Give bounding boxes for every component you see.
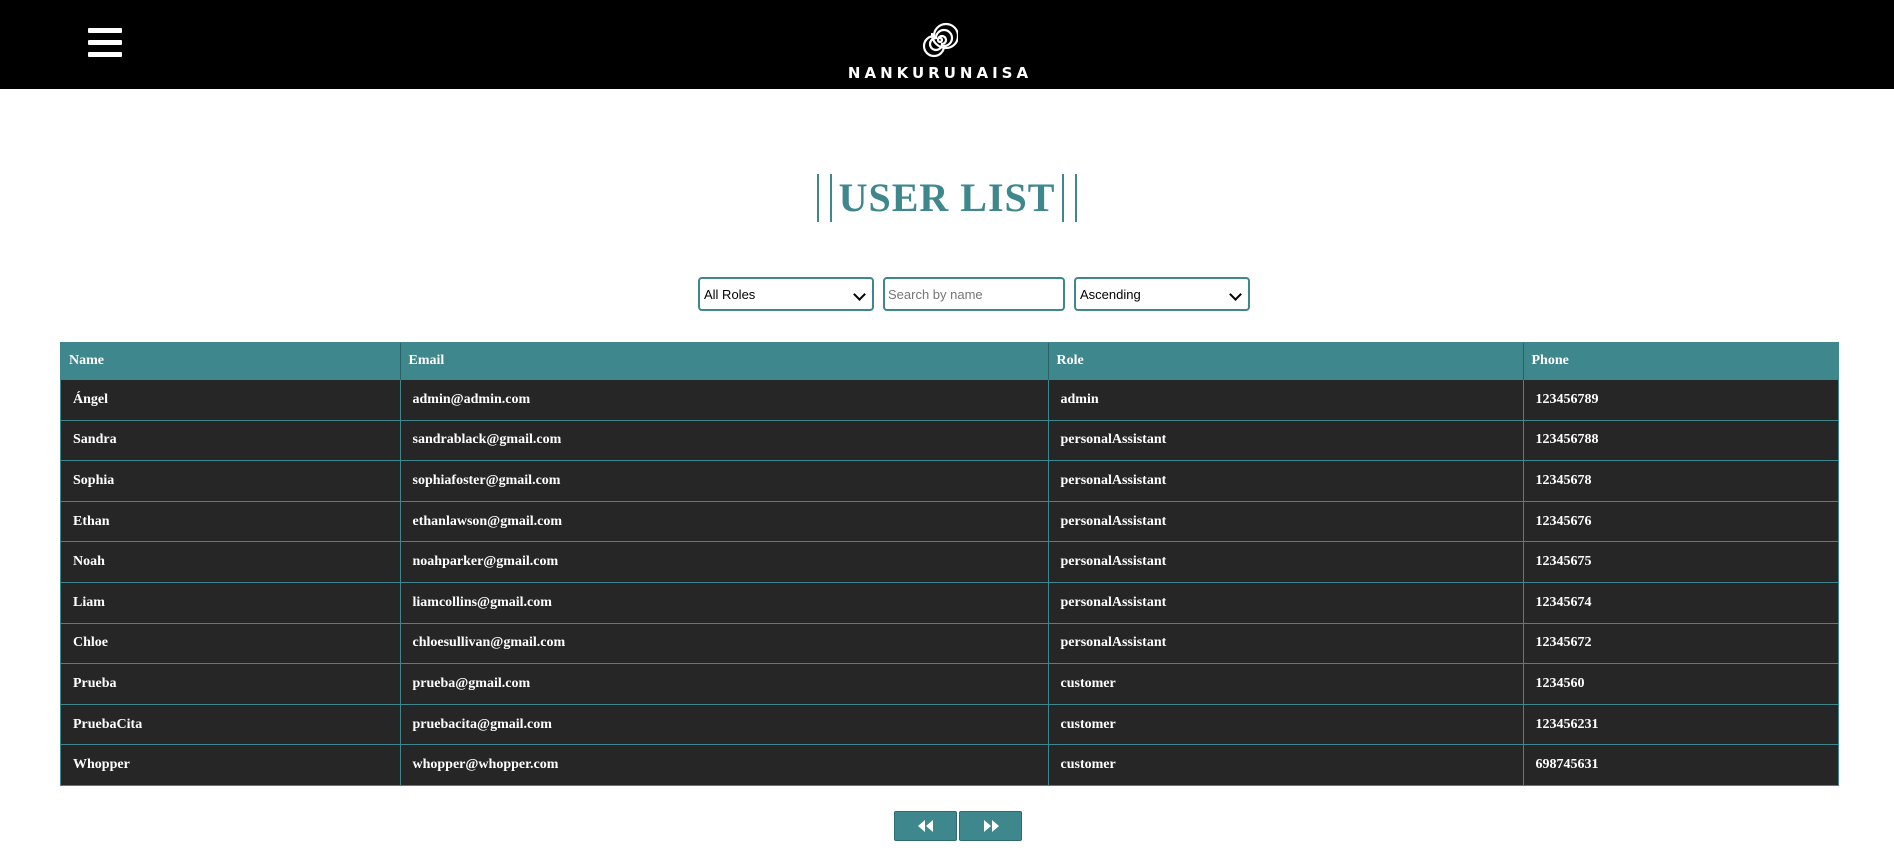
cell-name: Liam <box>61 581 401 624</box>
cell-role: personalAssistant <box>1048 460 1524 502</box>
chevron-down-icon <box>853 288 866 301</box>
cell-name: Ángel <box>61 379 401 421</box>
cell-role: personalAssistant <box>1048 541 1524 583</box>
top-navbar: NANKURUNAISA <box>0 0 1894 89</box>
cell-email: liamcollins@gmail.com <box>400 581 1049 624</box>
brand-name: NANKURUNAISA <box>847 64 1033 82</box>
cell-name: Sandra <box>61 419 401 461</box>
next-page-button[interactable] <box>959 811 1022 841</box>
cell-phone: 12345676 <box>1523 500 1838 542</box>
pagination <box>894 811 1024 841</box>
cell-phone: 1234560 <box>1523 663 1838 705</box>
cell-email: sophiafoster@gmail.com <box>400 460 1049 502</box>
spiral-logo-icon <box>922 22 958 58</box>
cell-phone: 12345674 <box>1523 581 1838 624</box>
cell-name: PruebaCita <box>61 703 401 745</box>
cell-role: personalAssistant <box>1048 419 1524 461</box>
cell-role: customer <box>1048 744 1524 785</box>
cell-name: Chloe <box>61 622 401 664</box>
sort-order-value: Ascending <box>1080 287 1141 302</box>
cell-name: Whopper <box>61 744 401 785</box>
cell-email: whopper@whopper.com <box>400 744 1049 785</box>
table-row[interactable]: Liam liamcollins@gmail.com personalAssis… <box>61 581 1838 624</box>
column-header-name[interactable]: Name <box>61 343 401 380</box>
search-placeholder: Search by name <box>888 287 983 302</box>
cell-email: noahparker@gmail.com <box>400 541 1049 583</box>
cell-role: personalAssistant <box>1048 500 1524 542</box>
cell-email: sandrablack@gmail.com <box>400 419 1049 461</box>
cell-phone: 123456231 <box>1523 703 1838 745</box>
user-table-container: Name Email Role Phone Ángel admin@admin.… <box>60 342 1839 786</box>
column-header-email[interactable]: Email <box>400 343 1049 380</box>
previous-page-button[interactable] <box>894 811 957 841</box>
column-header-role[interactable]: Role <box>1048 343 1524 380</box>
chevron-down-icon <box>1229 288 1242 301</box>
cell-email: admin@admin.com <box>400 379 1049 421</box>
double-chevron-right-icon <box>984 820 999 832</box>
table-row[interactable]: Ethan ethanlawson@gmail.com personalAssi… <box>61 500 1838 542</box>
table-row[interactable]: Prueba prueba@gmail.com customer 1234560 <box>61 663 1838 705</box>
cell-role: customer <box>1048 703 1524 745</box>
cell-email: ethanlawson@gmail.com <box>400 500 1049 542</box>
search-input[interactable]: Search by name <box>883 277 1065 311</box>
brand[interactable]: NANKURUNAISA <box>800 22 1080 82</box>
cell-email: chloesullivan@gmail.com <box>400 622 1049 664</box>
hamburger-menu-icon[interactable] <box>88 26 122 58</box>
user-table: Name Email Role Phone Ángel admin@admin.… <box>61 343 1838 785</box>
cell-phone: 12345678 <box>1523 460 1838 502</box>
double-chevron-left-icon <box>918 820 933 832</box>
cell-phone: 123456788 <box>1523 419 1838 461</box>
cell-name: Sophia <box>61 460 401 502</box>
sort-order-select[interactable]: Ascending <box>1074 277 1250 311</box>
cell-phone: 12345672 <box>1523 622 1838 664</box>
role-filter-select[interactable]: All Roles <box>698 277 874 311</box>
table-row[interactable]: Noah noahparker@gmail.com personalAssist… <box>61 541 1838 583</box>
filter-controls: All Roles Search by name Ascending <box>698 277 1258 313</box>
table-header-row: Name Email Role Phone <box>61 343 1838 380</box>
cell-name: Prueba <box>61 663 401 705</box>
table-row[interactable]: Whopper whopper@whopper.com customer 698… <box>61 744 1838 785</box>
cell-phone: 123456789 <box>1523 379 1838 421</box>
page-title: USER LIST <box>816 170 1078 226</box>
table-row[interactable]: Sandra sandrablack@gmail.com personalAss… <box>61 419 1838 461</box>
cell-name: Noah <box>61 541 401 583</box>
page-title-container: USER LIST <box>0 170 1894 230</box>
cell-name: Ethan <box>61 500 401 542</box>
cell-role: customer <box>1048 663 1524 705</box>
cell-phone: 12345675 <box>1523 541 1838 583</box>
role-filter-value: All Roles <box>704 287 756 302</box>
table-row[interactable]: Sophia sophiafoster@gmail.com personalAs… <box>61 460 1838 502</box>
column-header-phone[interactable]: Phone <box>1523 343 1838 380</box>
cell-role: admin <box>1048 379 1524 421</box>
table-row[interactable]: Ángel admin@admin.com admin 123456789 <box>61 379 1838 421</box>
cell-role: personalAssistant <box>1048 581 1524 624</box>
cell-phone: 698745631 <box>1523 744 1838 785</box>
table-row[interactable]: PruebaCita pruebacita@gmail.com customer… <box>61 703 1838 745</box>
cell-email: pruebacita@gmail.com <box>400 703 1049 745</box>
cell-email: prueba@gmail.com <box>400 663 1049 705</box>
cell-role: personalAssistant <box>1048 622 1524 664</box>
table-row[interactable]: Chloe chloesullivan@gmail.com personalAs… <box>61 622 1838 664</box>
